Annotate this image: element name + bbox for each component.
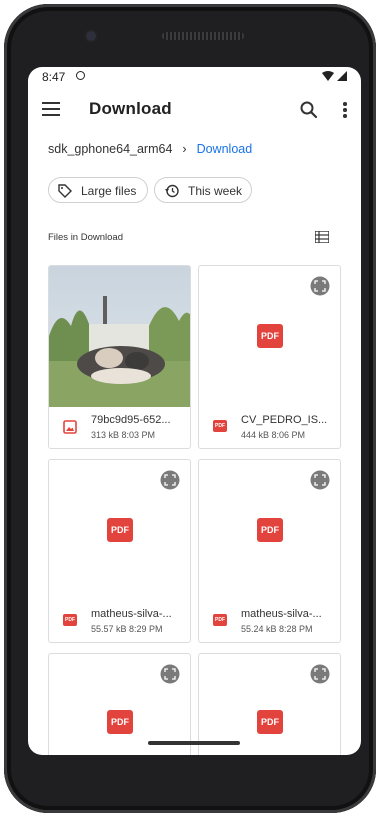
file-tile[interactable]: PDF (198, 653, 341, 755)
pdf-thumbnail-icon: PDF (257, 324, 283, 348)
file-tile[interactable]: PDF (48, 653, 191, 755)
file-meta: 444 kB 8:06 PM (241, 430, 306, 440)
status-bar: 8:47 (28, 67, 361, 87)
pdf-thumbnail-icon: PDF (107, 710, 133, 734)
file-info: PDF matheus-silva-... 55.57 kB 8:29 PM (49, 599, 190, 642)
file-name: matheus-silva-... (91, 608, 172, 620)
status-right (321, 70, 347, 84)
chip-large-files[interactable]: Large files (48, 177, 148, 203)
chip-this-week[interactable]: This week (154, 177, 252, 203)
signal-icon (337, 71, 347, 81)
speaker-grille (162, 32, 244, 40)
app-bar: Download (28, 89, 361, 129)
file-meta: 313 kB 8:03 PM (91, 430, 156, 440)
file-info: PDF matheus-silva-... 55.24 kB 8:28 PM (199, 599, 340, 642)
image-file-icon (63, 420, 77, 434)
tag-icon (58, 184, 72, 198)
pdf-file-icon: PDF (213, 614, 227, 626)
chip-label: Large files (81, 184, 137, 198)
pdf-file-icon: PDF (63, 614, 77, 626)
list-view-icon[interactable] (314, 230, 330, 244)
file-tile[interactable]: 79bc9d95-652... 313 kB 8:03 PM (48, 265, 191, 449)
breadcrumb-root[interactable]: sdk_gphone64_arm64 (48, 142, 172, 156)
select-icon[interactable] (310, 664, 330, 684)
select-icon[interactable] (310, 276, 330, 296)
select-icon[interactable] (310, 470, 330, 490)
breadcrumb: sdk_gphone64_arm64 › Download (48, 142, 252, 156)
file-name: CV_PEDRO_IS... (241, 414, 328, 426)
file-meta: 55.24 kB 8:28 PM (241, 624, 313, 634)
select-icon[interactable] (160, 470, 180, 490)
breadcrumb-current[interactable]: Download (197, 142, 253, 156)
pdf-thumbnail-icon: PDF (257, 710, 283, 734)
chevron-right-icon: › (182, 142, 187, 156)
pdf-thumbnail-icon: PDF (107, 518, 133, 542)
pdf-thumbnail-icon: PDF (257, 518, 283, 542)
file-tile[interactable]: PDF PDF CV_PEDRO_IS... 444 kB 8:06 PM (198, 265, 341, 449)
home-indicator[interactable] (148, 741, 240, 745)
status-time: 8:47 (42, 70, 66, 84)
image-thumbnail (49, 266, 190, 407)
chip-label: This week (188, 184, 243, 198)
more-options-icon[interactable] (341, 102, 349, 120)
file-meta: 55.57 kB 8:29 PM (91, 624, 163, 634)
hamburger-menu-icon[interactable] (42, 102, 60, 116)
file-tile[interactable]: PDF PDF matheus-silva-... 55.24 kB 8:28 … (198, 459, 341, 643)
pdf-file-icon: PDF (213, 420, 227, 432)
file-name: matheus-silva-... (241, 608, 322, 620)
file-tile[interactable]: PDF PDF matheus-silva-... 55.57 kB 8:29 … (48, 459, 191, 643)
history-icon (165, 184, 179, 198)
search-icon[interactable] (299, 100, 319, 120)
file-info: PDF CV_PEDRO_IS... 444 kB 8:06 PM (199, 405, 340, 448)
file-info: 79bc9d95-652... 313 kB 8:03 PM (49, 405, 190, 448)
screen: 8:47 Download sdk_gphone64_arm64 › Downloa… (28, 67, 361, 755)
file-name: 79bc9d95-652... (91, 414, 171, 426)
select-icon[interactable] (160, 664, 180, 684)
camera-icon (86, 31, 96, 41)
notification-icon (76, 71, 85, 80)
page-title: Download (89, 99, 172, 118)
section-title: Files in Download (48, 232, 123, 243)
wifi-icon (321, 71, 334, 81)
